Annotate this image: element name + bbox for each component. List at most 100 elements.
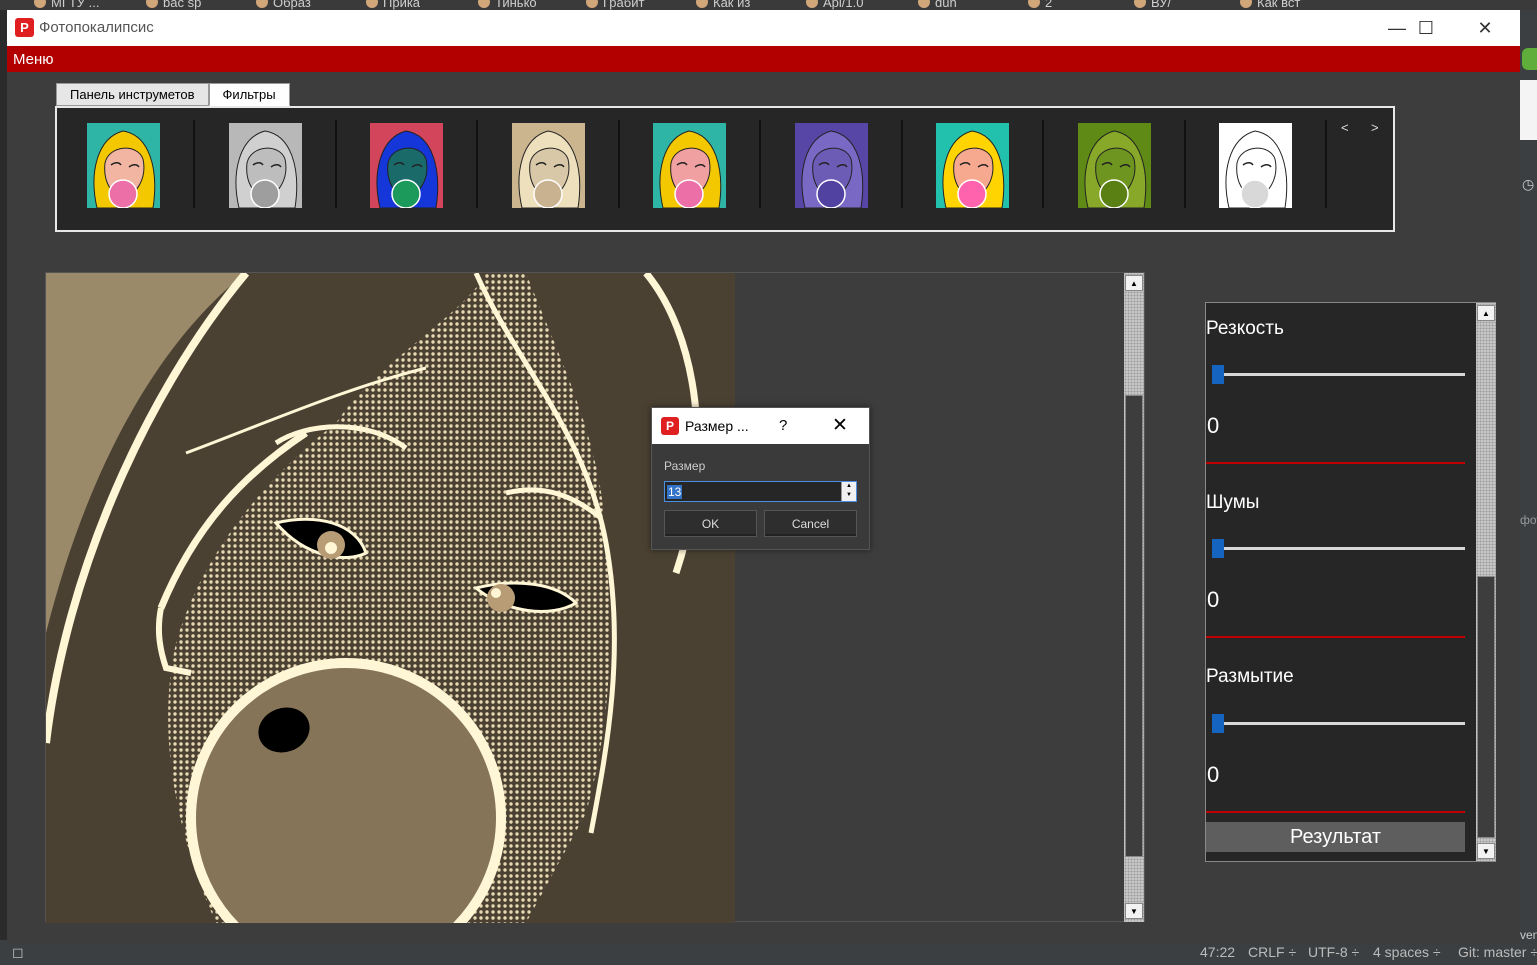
image-vertical-scrollbar[interactable]: ▲ ▼ bbox=[1124, 273, 1144, 922]
spin-down-icon[interactable]: ▼ bbox=[842, 491, 856, 500]
filter-preview-image bbox=[370, 123, 443, 208]
blur-slider[interactable] bbox=[1212, 714, 1465, 733]
maximize-button[interactable]: ☐ bbox=[1397, 10, 1455, 46]
browser-tab[interactable]: Тинько bbox=[478, 0, 537, 10]
browser-tab-favicon-icon bbox=[1240, 0, 1252, 8]
browser-tab-favicon-icon bbox=[1028, 0, 1040, 8]
app-logo-icon: P bbox=[15, 18, 34, 37]
filter-preview-image bbox=[87, 123, 160, 208]
filter-preview-image bbox=[1219, 123, 1292, 208]
filter-thumbnail-black-white[interactable] bbox=[1189, 120, 1327, 208]
filter-thumbnail-inverted[interactable] bbox=[340, 120, 478, 208]
filter-thumbnail-sepia[interactable] bbox=[482, 120, 620, 208]
browser-tab-label: dun bbox=[935, 0, 957, 10]
browser-tab-favicon-icon bbox=[34, 0, 46, 8]
history-icon[interactable]: ◷ bbox=[1522, 176, 1534, 193]
scroll-thumb[interactable] bbox=[1477, 576, 1495, 838]
size-field-label: Размер bbox=[664, 459, 706, 473]
ok-button[interactable]: OK bbox=[664, 510, 757, 537]
browser-tab[interactable]: 2 bbox=[1028, 0, 1052, 10]
filter-prev-button[interactable]: < bbox=[1341, 120, 1349, 135]
scroll-down-arrow-icon[interactable]: ▼ bbox=[1125, 903, 1143, 919]
browser-tab-strip: МГТУ ... bac sp Образ Прика Тинько Грабит Как … bbox=[0, 0, 1537, 10]
close-button[interactable]: ✕ bbox=[1456, 10, 1514, 46]
sharpness-label: Резкость bbox=[1206, 318, 1284, 339]
browser-tab[interactable]: Грабит bbox=[586, 0, 644, 10]
side-panel bbox=[1520, 80, 1537, 140]
size-value[interactable]: 13 bbox=[667, 485, 683, 499]
cancel-button[interactable]: Cancel bbox=[764, 510, 857, 537]
result-button[interactable]: Результат bbox=[1206, 822, 1465, 852]
browser-tab[interactable]: МГТУ ... bbox=[34, 0, 100, 10]
side-text-2: фот bbox=[1520, 513, 1537, 527]
noise-slider[interactable] bbox=[1212, 539, 1465, 558]
browser-tab-label: Как из bbox=[713, 0, 751, 10]
image-view: ▲ ▼ bbox=[45, 272, 1145, 923]
adjustments-scrollbar[interactable]: ▲ ▼ bbox=[1476, 303, 1496, 861]
scroll-thumb[interactable] bbox=[1125, 395, 1143, 857]
browser-tab-label: bac sp bbox=[163, 0, 202, 10]
blur-slider-handle[interactable] bbox=[1212, 714, 1224, 733]
filter-thumbnail-saturated[interactable] bbox=[906, 120, 1044, 208]
browser-tab[interactable]: ВУ/ bbox=[1134, 0, 1171, 10]
blur-value: 0 bbox=[1207, 762, 1220, 787]
scroll-up-arrow-icon[interactable]: ▲ bbox=[1125, 275, 1143, 291]
browser-tab[interactable]: Как вст bbox=[1240, 0, 1300, 10]
size-spinbox[interactable]: 13 ▲ ▼ bbox=[664, 481, 857, 502]
spin-up-icon[interactable]: ▲ bbox=[842, 482, 856, 491]
edited-image bbox=[46, 273, 735, 923]
browser-tab[interactable]: Api/1.0 bbox=[806, 0, 863, 10]
line-ending[interactable]: CRLF ÷ bbox=[1248, 944, 1296, 960]
browser-tab-label: Тинько bbox=[495, 0, 537, 10]
sharpness-slider[interactable] bbox=[1212, 365, 1465, 384]
panel-toggle-icon[interactable]: ◻ bbox=[12, 944, 24, 961]
browser-tab-label: Прика bbox=[383, 0, 421, 10]
encoding[interactable]: UTF-8 ÷ bbox=[1308, 944, 1359, 960]
dialog-logo-icon: P bbox=[661, 417, 679, 435]
app-window: P Фотопокалипсис — ☐ ✕ Меню Панель инстр… bbox=[7, 10, 1520, 945]
image-canvas[interactable] bbox=[46, 273, 735, 923]
cursor-position[interactable]: 47:22 bbox=[1200, 944, 1235, 960]
filter-thumbnail-green-tone[interactable] bbox=[1048, 120, 1186, 208]
filter-thumbnail-purple-tone[interactable] bbox=[765, 120, 903, 208]
dialog-title-bar: P Размер ... ? ✕ bbox=[652, 408, 869, 444]
browser-tab-label: ВУ/ bbox=[1151, 0, 1172, 10]
filter-gallery: < > bbox=[55, 106, 1395, 232]
sharpness-slider-handle[interactable] bbox=[1212, 365, 1224, 384]
browser-tab[interactable]: bac sp bbox=[146, 0, 201, 10]
browser-tab[interactable]: Образ bbox=[256, 0, 311, 10]
tab-filters[interactable]: Фильтры bbox=[208, 83, 290, 106]
browser-tab-favicon-icon bbox=[146, 0, 158, 8]
tab-toolbar[interactable]: Панель инструметов bbox=[56, 83, 209, 106]
browser-tab-label: Как вст bbox=[1257, 0, 1301, 10]
browser-tab-label: МГТУ ... bbox=[51, 0, 100, 10]
browser-tab-favicon-icon bbox=[806, 0, 818, 8]
scroll-down-arrow-icon[interactable]: ▼ bbox=[1477, 843, 1495, 859]
green-indicator bbox=[1522, 48, 1537, 70]
browser-tab-favicon-icon bbox=[918, 0, 930, 8]
browser-tab-favicon-icon bbox=[1134, 0, 1146, 8]
menu-bar: Меню bbox=[7, 46, 1520, 72]
title-bar: P Фотопокалипсис — ☐ ✕ bbox=[7, 10, 1520, 46]
menu-item-main[interactable]: Меню bbox=[13, 51, 54, 68]
browser-tab-favicon-icon bbox=[696, 0, 708, 8]
vcs-branch[interactable]: Git: master ÷ bbox=[1458, 944, 1537, 960]
blur-label: Размытие bbox=[1206, 666, 1294, 687]
filter-preview-image bbox=[653, 123, 726, 208]
scroll-up-arrow-icon[interactable]: ▲ bbox=[1477, 305, 1495, 321]
filter-thumbnail-pop-art-dots[interactable] bbox=[623, 120, 761, 208]
dialog-help-button[interactable]: ? bbox=[779, 417, 787, 434]
browser-tab[interactable]: dun bbox=[918, 0, 957, 10]
indent-setting[interactable]: 4 spaces ÷ bbox=[1373, 944, 1441, 960]
filter-thumbnail-original[interactable] bbox=[57, 120, 195, 208]
browser-tab-label: Грабит bbox=[603, 0, 645, 10]
browser-tab-favicon-icon bbox=[586, 0, 598, 8]
browser-tab[interactable]: Как из bbox=[696, 0, 750, 10]
filter-preview-image bbox=[936, 123, 1009, 208]
browser-tab-favicon-icon bbox=[478, 0, 490, 8]
browser-tab[interactable]: Прика bbox=[366, 0, 420, 10]
noise-slider-handle[interactable] bbox=[1212, 539, 1224, 558]
filter-next-button[interactable]: > bbox=[1371, 120, 1379, 135]
filter-thumbnail-grayscale[interactable] bbox=[199, 120, 337, 208]
dialog-close-button[interactable]: ✕ bbox=[832, 414, 848, 437]
